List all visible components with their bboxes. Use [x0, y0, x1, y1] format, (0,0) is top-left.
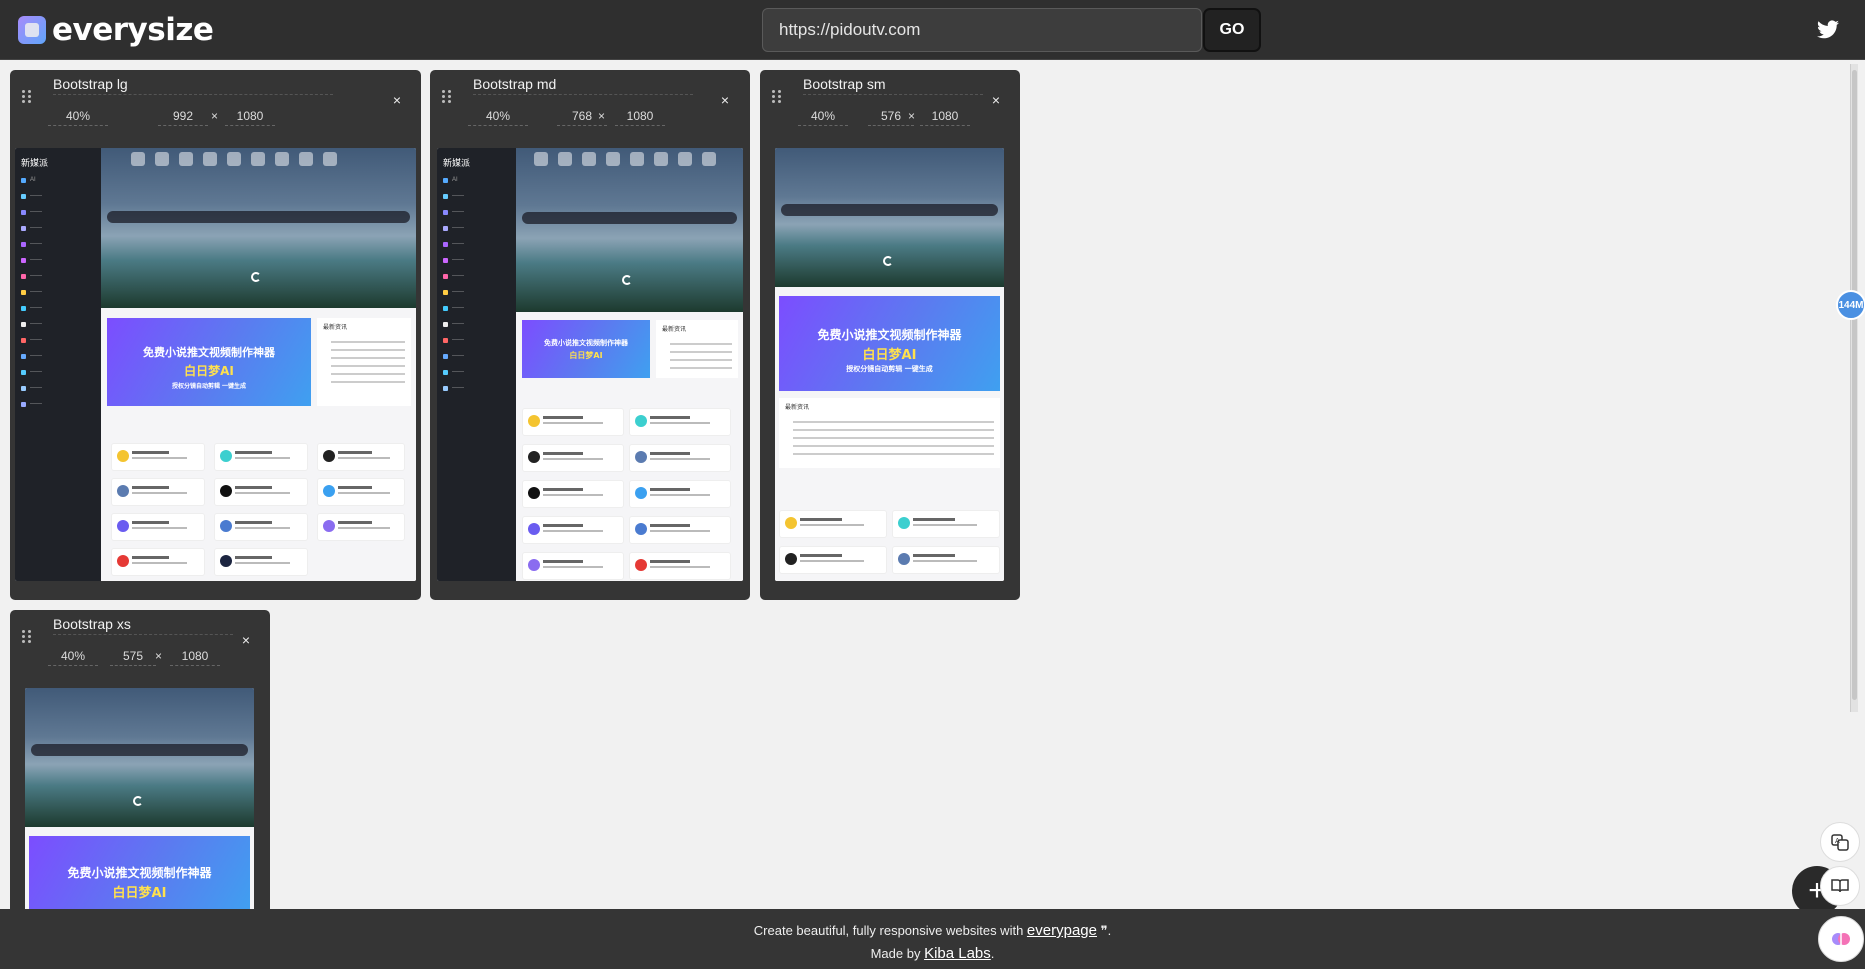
svg-text:A: A	[1835, 837, 1840, 845]
footer-period: .	[990, 946, 995, 961]
width-input[interactable]: 575	[110, 646, 156, 666]
preview-news-list: 最新资讯	[779, 398, 1000, 468]
preview-news-list: 最新资讯	[656, 320, 738, 378]
app-name: everysize	[52, 12, 214, 48]
reader-button[interactable]	[1820, 866, 1860, 906]
top-bar: everysize GO	[0, 0, 1865, 60]
scale-input[interactable]: 40%	[48, 106, 108, 126]
kiba-labs-link[interactable]: Kiba Labs	[924, 945, 991, 962]
close-icon[interactable]: ×	[239, 632, 253, 648]
close-icon[interactable]: ×	[718, 92, 732, 108]
scale-input[interactable]: 40%	[48, 646, 98, 666]
brain-icon	[1832, 933, 1850, 945]
drag-handle-icon[interactable]	[772, 90, 782, 104]
frame-card-sm: Bootstrap sm × 40% 576 × 1080 免费小说推文视频制作…	[760, 70, 1020, 600]
frame-card-lg: Bootstrap lg × 40% 992 × 1080 新媒派 AI —— ——…	[10, 70, 421, 600]
drag-handle-icon[interactable]	[22, 90, 32, 104]
logo[interactable]: everysize	[18, 12, 214, 48]
book-icon	[1831, 879, 1849, 893]
frame-title[interactable]: Bootstrap md	[473, 76, 693, 95]
scale-input[interactable]: 40%	[468, 106, 528, 126]
twitter-icon[interactable]	[1816, 18, 1840, 42]
preview-hero	[101, 148, 416, 308]
site-preview[interactable]: 新媒派 AI —— —— —— —— —— —— —— —— —— —— —— —— —— 免费小说推文视…	[437, 148, 743, 581]
preview-sidebar: 新媒派 AI —— —— —— —— —— —— —— —— —— —— —— —— —— ——	[15, 148, 101, 581]
frame-card-md: Bootstrap md × 40% 768 × 1080 新媒派 AI —— ——…	[430, 70, 750, 600]
logo-icon	[18, 16, 46, 44]
footer: Create beautiful, fully responsive websi…	[0, 909, 1865, 969]
page-scrollbar[interactable]	[1850, 64, 1858, 712]
scrollbar-thumb[interactable]	[1852, 70, 1857, 700]
preview-sidebar: 新媒派 AI —— —— —— —— —— —— —— —— —— —— —— —— ——	[437, 148, 516, 581]
everypage-link[interactable]: everypage	[1027, 922, 1097, 939]
preview-brand: 新媒派	[21, 158, 49, 168]
preview-banner: 免费小说推文视频制作神器 白日梦AI 授权分镜自动剪辑 一键生成	[779, 296, 1000, 391]
footer-text: Made by	[870, 946, 925, 961]
preview-banner: 免费小说推文视频制作神器 白日梦AI 授权分镜自动剪辑 一键生成	[107, 318, 311, 406]
preview-banner: 免费小说推文视频制作神器 白日梦AI	[522, 320, 650, 378]
close-icon[interactable]: ×	[989, 92, 1003, 108]
times-symbol: ×	[908, 109, 916, 123]
times-symbol: ×	[211, 109, 219, 123]
translate-button[interactable]: A	[1820, 822, 1860, 862]
scale-input[interactable]: 40%	[798, 106, 848, 126]
preview-hero	[516, 148, 743, 312]
footer-line-2: Made by Kiba Labs.	[0, 942, 1865, 965]
ai-assistant-button[interactable]	[1818, 916, 1864, 962]
times-symbol: ×	[155, 649, 163, 663]
height-input[interactable]: 1080	[615, 106, 665, 126]
drag-handle-icon[interactable]	[22, 630, 32, 644]
site-preview[interactable]: 免费小说推文视频制作神器 白日梦AI 授权分镜自动剪辑 一键生成 最新资讯	[775, 148, 1004, 581]
translate-icon: A	[1831, 834, 1849, 851]
width-input[interactable]: 992	[158, 106, 208, 126]
height-input[interactable]: 1080	[225, 106, 275, 126]
close-icon[interactable]: ×	[390, 92, 404, 108]
frame-title[interactable]: Bootstrap xs	[53, 616, 233, 635]
frame-title[interactable]: Bootstrap lg	[53, 76, 333, 95]
height-input[interactable]: 1080	[920, 106, 970, 126]
times-symbol: ×	[598, 109, 606, 123]
height-input[interactable]: 1080	[170, 646, 220, 666]
memory-badge[interactable]: 144M	[1836, 290, 1865, 320]
drag-handle-icon[interactable]	[442, 90, 452, 104]
footer-text: Create beautiful, fully responsive websi…	[753, 923, 1027, 938]
preview-news-list: 最新资讯	[317, 318, 411, 406]
preview-hero	[775, 148, 1004, 287]
frame-title[interactable]: Bootstrap sm	[803, 76, 983, 95]
footer-quote: ❞.	[1096, 923, 1112, 938]
preview-hero	[25, 688, 254, 827]
go-button[interactable]: GO	[1203, 8, 1261, 52]
site-preview[interactable]: 免费小说推文视频制作神器 白日梦AI	[25, 688, 254, 910]
preview-banner: 免费小说推文视频制作神器 白日梦AI	[29, 836, 250, 910]
frame-card-xs: Bootstrap xs × 40% 575 × 1080 免费小说推文视频制作…	[10, 610, 270, 910]
footer-line-1: Create beautiful, fully responsive websi…	[0, 919, 1865, 942]
site-preview[interactable]: 新媒派 AI —— —— —— —— —— —— —— —— —— —— —— —— —— —— 免费小说推…	[15, 148, 416, 581]
url-input[interactable]	[762, 8, 1202, 52]
